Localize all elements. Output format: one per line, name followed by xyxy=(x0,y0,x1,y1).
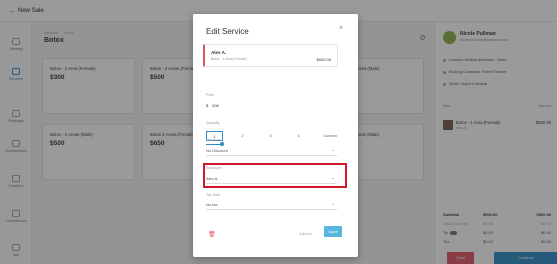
quantity-selector: 1 2 3 4 Custom xyxy=(206,131,343,143)
tax-rate-value: No tax xyxy=(206,202,218,207)
price-field[interactable]: $500 xyxy=(206,103,219,108)
discount-value: No Discount xyxy=(206,148,228,153)
currency-symbol: $ xyxy=(206,103,209,108)
price-input-value: 500 xyxy=(212,103,219,108)
staff-name: Alex A. xyxy=(211,50,227,55)
tax-rate-label: Tax Rate xyxy=(206,193,221,197)
quantity-option-custom[interactable]: Custom xyxy=(318,131,342,141)
price-label: Price xyxy=(206,93,215,97)
discount-label: Discount xyxy=(206,138,220,142)
edit-service-dialog: Edit Service × Alex A. Botox - 1 Area (F… xyxy=(193,14,358,257)
chevron-down-icon: ⌄ xyxy=(330,147,335,153)
service-price: $500.00 xyxy=(316,57,331,62)
save-button[interactable]: Save xyxy=(324,226,342,237)
quantity-option-2[interactable]: 2 xyxy=(234,131,251,141)
chevron-down-icon: ⌄ xyxy=(330,201,335,207)
staff-service-summary: Alex A. Botox - 1 Area (Female) $500.00 xyxy=(203,44,338,67)
service-name: Botox - 1 Area (Female) xyxy=(211,57,247,61)
employee-field-highlight xyxy=(203,163,347,188)
dialog-title: Edit Service xyxy=(206,27,249,36)
close-icon[interactable]: × xyxy=(339,25,343,32)
discount-dropdown[interactable]: No Discount ⌄ xyxy=(206,146,337,156)
cancel-button[interactable]: Cancel xyxy=(299,231,311,236)
quantity-label: Quantity xyxy=(206,121,220,125)
tax-rate-dropdown[interactable]: No tax ⌄ xyxy=(206,200,337,210)
trash-icon[interactable]: 🗑 xyxy=(208,231,216,238)
quantity-option-3[interactable]: 3 xyxy=(262,131,279,141)
quantity-option-4[interactable]: 4 xyxy=(290,131,307,141)
